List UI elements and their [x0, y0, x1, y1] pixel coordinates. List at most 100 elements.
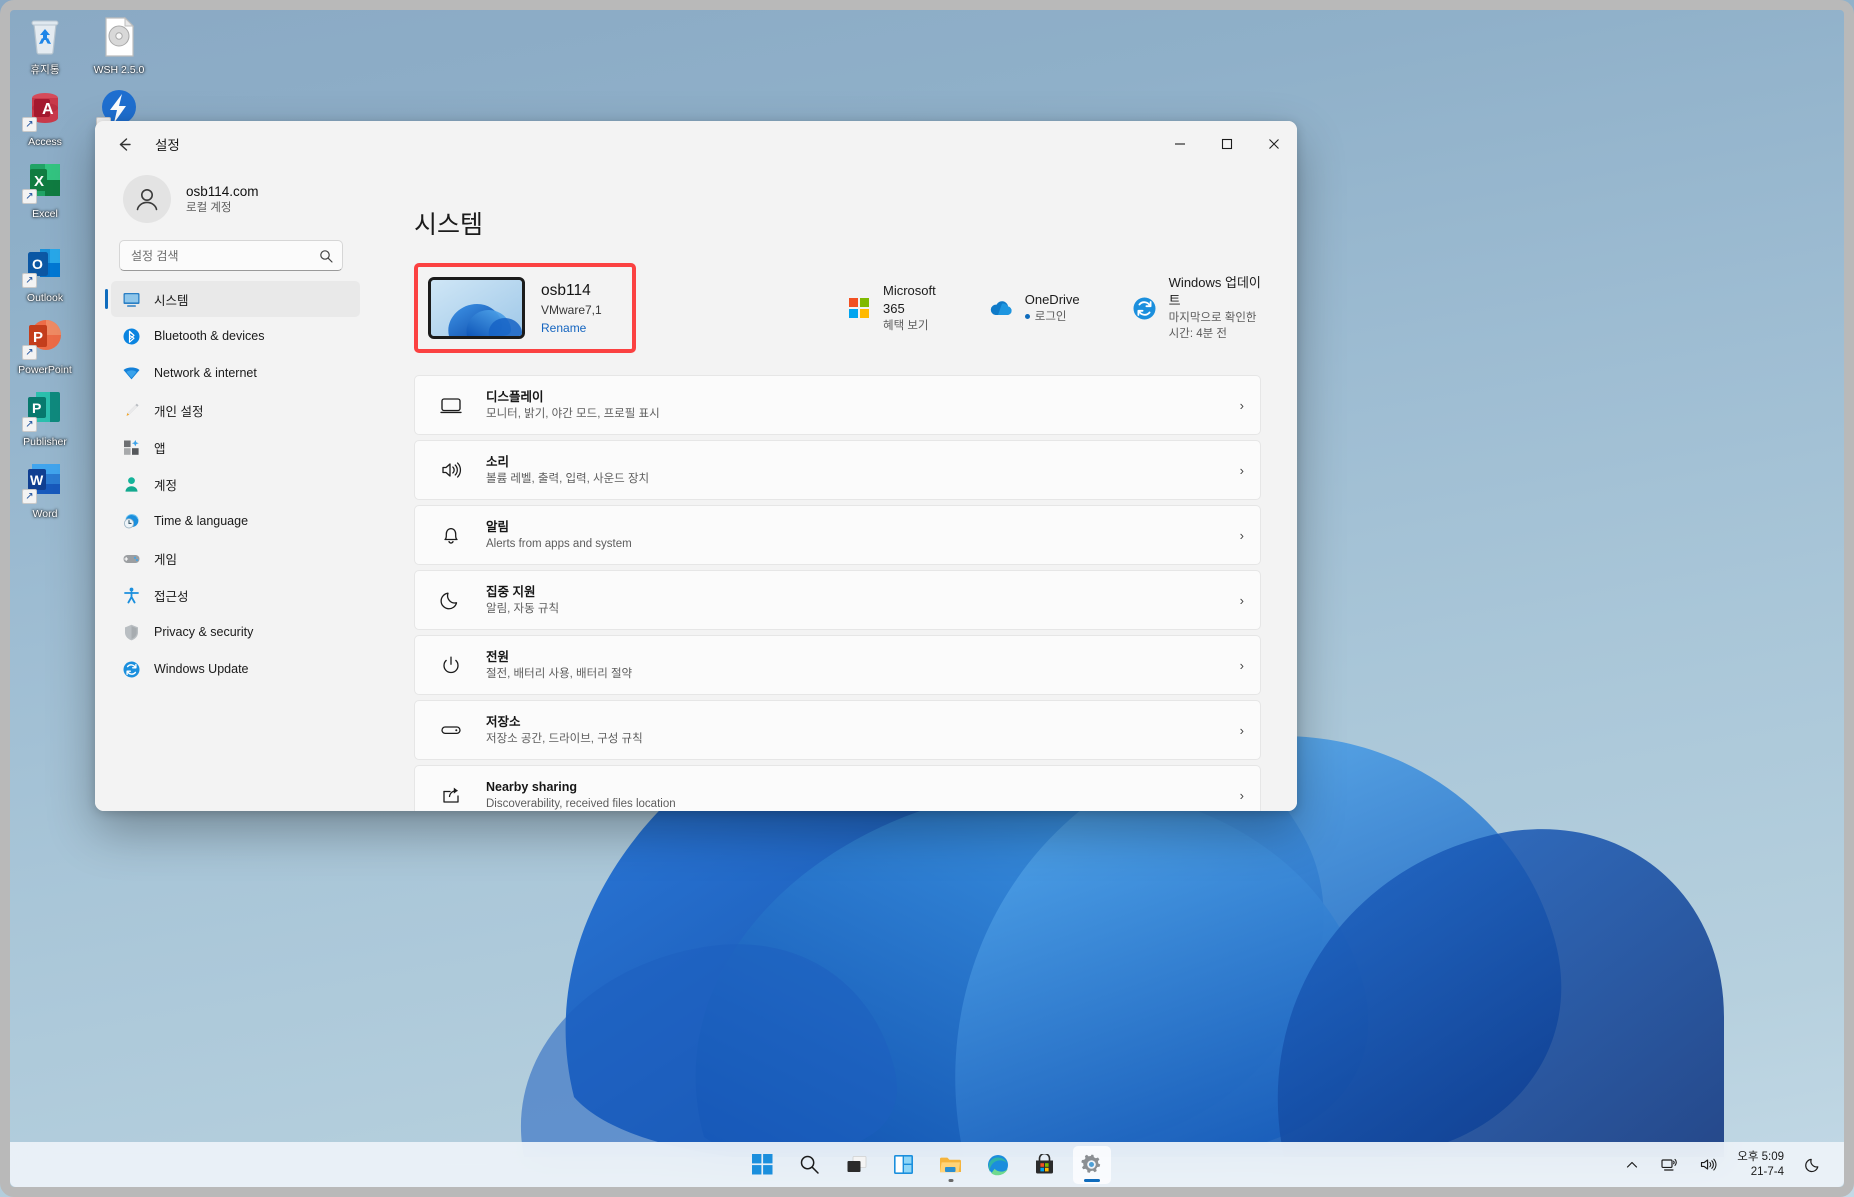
row-subtitle: Discoverability, received files location	[486, 797, 676, 810]
taskbar-widgets-button[interactable]	[885, 1146, 923, 1184]
desktop-icon-powerpoint[interactable]: P ↗ PowerPoint	[8, 308, 82, 380]
tray-time: 오후 5:09	[1737, 1150, 1784, 1163]
accounts-person-icon	[121, 474, 141, 494]
taskbar-search-button[interactable]	[791, 1146, 829, 1184]
close-button[interactable]	[1250, 121, 1297, 167]
apps-icon	[121, 437, 141, 457]
disc-file-icon	[96, 14, 142, 60]
desktop-icon-label: Access	[28, 136, 62, 148]
sidebar-item-accessibility[interactable]: 접근성	[111, 577, 360, 613]
minimize-icon	[1174, 143, 1185, 145]
status-subtitle: 로그인	[1034, 311, 1067, 323]
status-microsoft-365[interactable]: Microsoft 365 혜택 보기	[846, 282, 936, 334]
maximize-button[interactable]	[1203, 121, 1250, 167]
sidebar-item-label: 앱	[154, 441, 166, 456]
sidebar-nav: 시스템 Bluetooth & devices Network & intern…	[105, 281, 360, 687]
moon-notification-icon[interactable]	[1800, 1150, 1826, 1180]
status-windows-update[interactable]: Windows 업데이트 마지막으로 확인한 시간: 4분 전	[1132, 274, 1261, 342]
taskbar-start-button[interactable]	[744, 1146, 782, 1184]
focus-assist-moon-icon	[439, 588, 463, 612]
sidebar-item-label: 계정	[154, 478, 178, 493]
settings-row-nearby-sharing[interactable]: Nearby sharing Discoverability, received…	[414, 765, 1261, 811]
desktop: 휴지통 WSH 2.5.0 A ↗ Access X ↗ Excel O ↗ O…	[0, 0, 1854, 1197]
chevron-right-icon: ›	[1239, 592, 1244, 608]
sidebar-item-personalization[interactable]: 개인 설정	[111, 392, 360, 428]
settings-row-focus-assist[interactable]: 집중 지원 알림, 자동 규칙 ›	[414, 570, 1261, 630]
sidebar-item-accounts[interactable]: 계정	[111, 466, 360, 502]
taskbar-edge-button[interactable]	[979, 1146, 1017, 1184]
taskbar-microsoft-store-button[interactable]	[1026, 1146, 1064, 1184]
row-subtitle: 모니터, 밝기, 야간 모드, 프로필 표시	[486, 407, 660, 420]
sidebar-item-windows-update[interactable]: Windows Update	[111, 651, 360, 687]
desktop-icon-label: Outlook	[26, 292, 64, 304]
status-onedrive[interactable]: OneDrive 로그인	[988, 291, 1080, 325]
settings-row-storage[interactable]: 저장소 저장소 공간, 드라이브, 구성 규칙 ›	[414, 700, 1261, 760]
status-dot	[1024, 314, 1030, 320]
taskbar: 오후 5:09 21-7-4	[10, 1142, 1844, 1187]
windows-update-sync-icon	[1132, 295, 1158, 321]
settings-row-sound[interactable]: 소리 볼륨 레벨, 출력, 입력, 사운드 장치 ›	[414, 440, 1261, 500]
desktop-icon-label: Excel	[32, 208, 58, 220]
windows-start-icon	[752, 1154, 773, 1175]
row-title: 전원	[486, 649, 510, 664]
desktop-icon-publisher[interactable]: P ↗ Publisher	[8, 380, 82, 452]
excel-icon: X ↗	[22, 158, 68, 204]
chevron-up-icon[interactable]	[1619, 1150, 1645, 1180]
taskbar-task-view-button[interactable]	[838, 1146, 876, 1184]
device-card[interactable]: osb114 VMware7,1 Rename	[414, 263, 636, 353]
chevron-right-icon: ›	[1239, 722, 1244, 738]
system-tray: 오후 5:09 21-7-4	[1619, 1142, 1830, 1187]
search-input[interactable]	[119, 240, 343, 271]
desktop-icon-recycle-bin[interactable]: 휴지통	[8, 8, 82, 80]
desktop-icon-outlook[interactable]: O ↗ Outlook	[8, 236, 82, 308]
sidebar-item-gaming[interactable]: 게임	[111, 540, 360, 576]
desktop-icon-access[interactable]: A ↗ Access	[8, 80, 82, 152]
gaming-controller-icon	[121, 548, 141, 568]
sidebar-item-system[interactable]: 시스템	[105, 281, 360, 317]
sidebar-item-label: Windows Update	[154, 662, 249, 676]
svg-text:P: P	[32, 400, 41, 416]
back-button[interactable]	[107, 127, 141, 161]
storage-drive-icon	[439, 718, 463, 742]
taskbar-buttons	[744, 1145, 1111, 1184]
desktop-icon-label: WSH 2.5.0	[93, 64, 145, 76]
svg-text:P: P	[33, 329, 43, 346]
row-title: 디스플레이	[486, 389, 544, 404]
taskbar-settings-button[interactable]	[1072, 1145, 1111, 1184]
display-monitor-icon	[439, 393, 463, 417]
account-block[interactable]: osb114.com 로컬 계정	[109, 167, 360, 237]
shortcut-arrow-icon: ↗	[22, 273, 37, 288]
access-icon: A ↗	[22, 86, 68, 132]
sidebar-item-label: Privacy & security	[154, 625, 254, 639]
window-titlebar: 설정	[95, 121, 1297, 167]
desktop-icon-word[interactable]: W ↗ Word	[8, 452, 82, 524]
microsoft-store-icon	[1036, 1154, 1053, 1174]
desktop-icon-excel[interactable]: X ↗ Excel	[8, 152, 82, 236]
row-title: 집중 지원	[486, 584, 536, 599]
back-arrow-icon	[119, 137, 131, 151]
status-subtitle: 혜택 보기	[883, 320, 929, 332]
sidebar-item-bluetooth-devices[interactable]: Bluetooth & devices	[111, 318, 360, 354]
person-avatar-icon	[136, 189, 158, 211]
status-title: OneDrive	[1024, 292, 1080, 307]
sidebar-item-privacy-security[interactable]: Privacy & security	[111, 614, 360, 650]
desktop-icon-wsh[interactable]: WSH 2.5.0	[82, 8, 156, 80]
rename-link[interactable]: Rename	[541, 319, 602, 337]
desktop-icon-label: Publisher	[23, 436, 67, 448]
tray-clock[interactable]: 오후 5:09 21-7-4	[1733, 1150, 1788, 1180]
volume-icon[interactable]	[1695, 1150, 1721, 1180]
sidebar-item-network-internet[interactable]: Network & internet	[111, 355, 360, 391]
taskbar-file-explorer-button[interactable]	[932, 1146, 970, 1184]
network-icon[interactable]	[1657, 1150, 1683, 1180]
status-group: Microsoft 365 혜택 보기 OneDrive 로그인 Windows…	[846, 274, 1261, 342]
sidebar-item-label: 게임	[154, 552, 178, 567]
device-model: VMware7,1	[541, 302, 602, 317]
sidebar-item-apps[interactable]: 앱	[111, 429, 360, 465]
settings-row-power[interactable]: 전원 절전, 배터리 사용, 배터리 절약 ›	[414, 635, 1261, 695]
minimize-button[interactable]	[1156, 121, 1203, 167]
row-title: 소리	[486, 454, 510, 469]
search-icon[interactable]	[316, 246, 336, 266]
settings-row-display[interactable]: 디스플레이 모니터, 밝기, 야간 모드, 프로필 표시 ›	[414, 375, 1261, 435]
sidebar-item-time-language[interactable]: Time & language	[111, 503, 360, 539]
settings-row-notifications[interactable]: 알림 Alerts from apps and system ›	[414, 505, 1261, 565]
